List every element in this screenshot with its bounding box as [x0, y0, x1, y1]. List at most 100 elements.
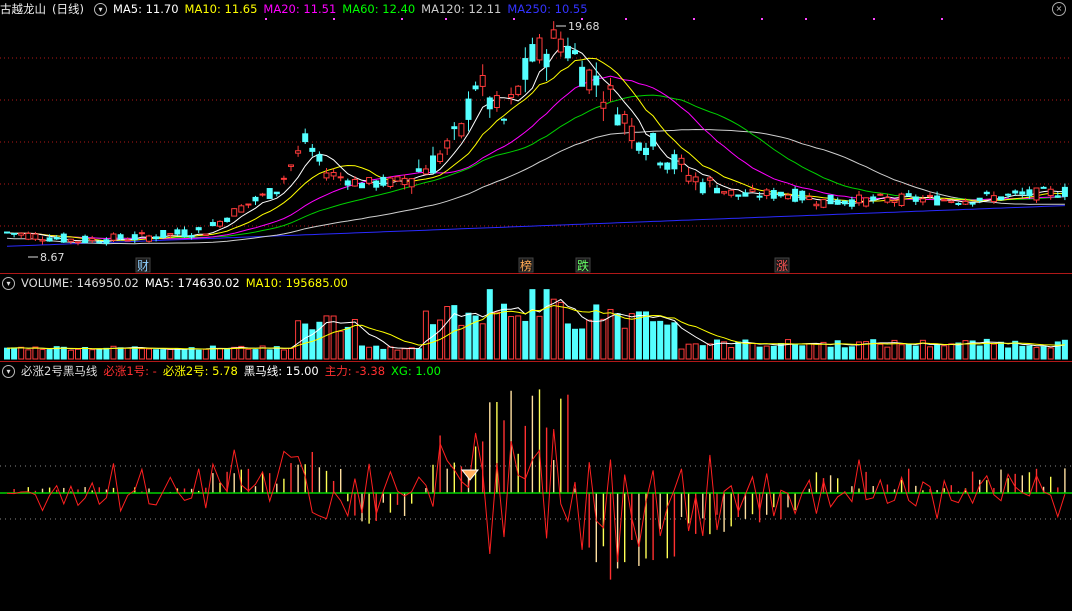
volume-bar: [998, 341, 1004, 360]
candle-body: [820, 199, 827, 208]
candle-body: [32, 233, 39, 240]
signal-dot: [401, 18, 403, 20]
chevron-down-icon[interactable]: ▾: [2, 365, 15, 378]
candle-body: [586, 69, 593, 91]
candle-body: [110, 233, 117, 241]
candle-body: [337, 176, 344, 179]
candle-body: [160, 230, 167, 238]
candle-body: [387, 177, 394, 187]
signal-dot: [693, 18, 695, 20]
candle-body: [721, 191, 728, 194]
candle-body: [316, 154, 323, 162]
candle-body: [749, 188, 756, 192]
candle-body: [969, 202, 976, 205]
volume-bar: [557, 301, 564, 360]
volume-bar: [529, 289, 536, 360]
candle-body: [302, 133, 309, 143]
volume-bar: [749, 342, 756, 360]
candle-body: [635, 142, 642, 151]
candle-body: [699, 182, 706, 194]
ma10-label: MA10: 11.65: [184, 2, 258, 16]
candle-body: [174, 229, 181, 235]
volume-ma5-label: MA5: 174630.02: [144, 276, 240, 290]
candle-body: [756, 195, 763, 198]
indicator-legend: ▾ 必涨2号黑马线 必涨1号: - 必涨2号: 5.78 黑马线: 15.00 主力: -…: [0, 362, 447, 380]
volume-bar: [678, 348, 685, 360]
volume-bar: [813, 343, 820, 360]
candle-body: [508, 94, 515, 98]
volume-bar: [465, 312, 472, 360]
volume-bar: [344, 326, 351, 360]
xg-label: XG: 1.00: [391, 364, 441, 378]
volume-bar: [628, 313, 635, 360]
candle-body: [444, 140, 451, 149]
candle-body: [976, 197, 983, 201]
candle-body: [131, 234, 138, 241]
volume-bar: [224, 347, 231, 360]
volume-bar: [579, 328, 586, 360]
volume-bar: [671, 322, 678, 360]
volume-bar: [60, 346, 67, 360]
volume-bar: [1047, 347, 1054, 360]
candle-body: [401, 177, 408, 186]
indicator-chart[interactable]: [0, 362, 1072, 611]
candle-body: [224, 217, 231, 222]
chevron-down-icon[interactable]: ▾: [93, 3, 107, 16]
volume-bar: [458, 324, 465, 360]
stock-period: (日线): [52, 2, 84, 16]
candle-body: [1040, 186, 1047, 189]
ma5-label: MA5: 11.70: [112, 2, 179, 16]
candle-body: [848, 199, 855, 207]
volume-bar: [67, 349, 74, 360]
candle-body: [430, 155, 436, 174]
volume-bar: [408, 347, 415, 360]
ma60-label: MA60: 12.40: [342, 2, 416, 16]
volume-bar: [153, 349, 160, 360]
signal-dot: [513, 18, 515, 20]
candle-body: [422, 168, 429, 175]
volume-bar: [1019, 345, 1026, 360]
volume-bar: [75, 348, 81, 360]
indicator-panel[interactable]: ▾ 必涨2号黑马线 必涨1号: - 必涨2号: 5.78 黑马线: 15.00 主力: -…: [0, 362, 1072, 611]
candle-body: [671, 154, 678, 170]
volume-bar: [1033, 346, 1040, 360]
volume-bar: [11, 347, 18, 360]
candle-body: [522, 58, 529, 80]
ma5-line: [6, 45, 1065, 243]
volume-bar: [976, 345, 983, 360]
volume-bar: [898, 344, 905, 360]
candle-body: [1047, 188, 1054, 197]
candle-body: [714, 187, 720, 194]
volume-bar: [657, 320, 664, 360]
candlestick-chart[interactable]: 19.68 8.67 财 榜 跌 涨: [0, 0, 1072, 273]
candle-body: [1005, 193, 1012, 196]
volume-bar: [195, 349, 202, 360]
price-panel[interactable]: 古越龙山 (日线) ▾ MA5: 11.70 MA10: 11.65 MA20: 11.5…: [0, 0, 1072, 273]
signal-dot: [761, 18, 763, 20]
volume-bar: [415, 348, 422, 360]
volume-bar: [479, 323, 486, 360]
volume-legend: ▾ VOLUME: 146950.02 MA5: 174630.02 MA10: 19…: [0, 274, 354, 292]
candle-body: [39, 239, 46, 242]
chevron-down-icon[interactable]: ▾: [2, 277, 15, 290]
ma120-label: MA120: 12.11: [421, 2, 502, 16]
candle-body: [863, 197, 870, 207]
candle-body: [564, 45, 571, 59]
stock-title[interactable]: 古越龙山 (日线): [0, 2, 90, 16]
candle-body: [486, 97, 493, 110]
volume-bar: [877, 343, 884, 360]
volume-bar: [621, 327, 628, 360]
candle-body: [195, 227, 202, 231]
volume-panel[interactable]: ▾ VOLUME: 146950.02 MA5: 174630.02 MA10: 19…: [0, 274, 1072, 361]
volume-bar: [785, 339, 791, 360]
candle-body: [295, 150, 302, 154]
volume-bar: [202, 348, 209, 360]
ma250-line: [6, 205, 1065, 247]
candle-body: [493, 95, 500, 108]
candle-body: [415, 168, 422, 172]
candle-body: [380, 176, 387, 186]
candle-body: [792, 188, 799, 202]
volume-bar: [401, 348, 408, 360]
candle-body: [806, 196, 813, 201]
candle-body: [941, 199, 948, 202]
